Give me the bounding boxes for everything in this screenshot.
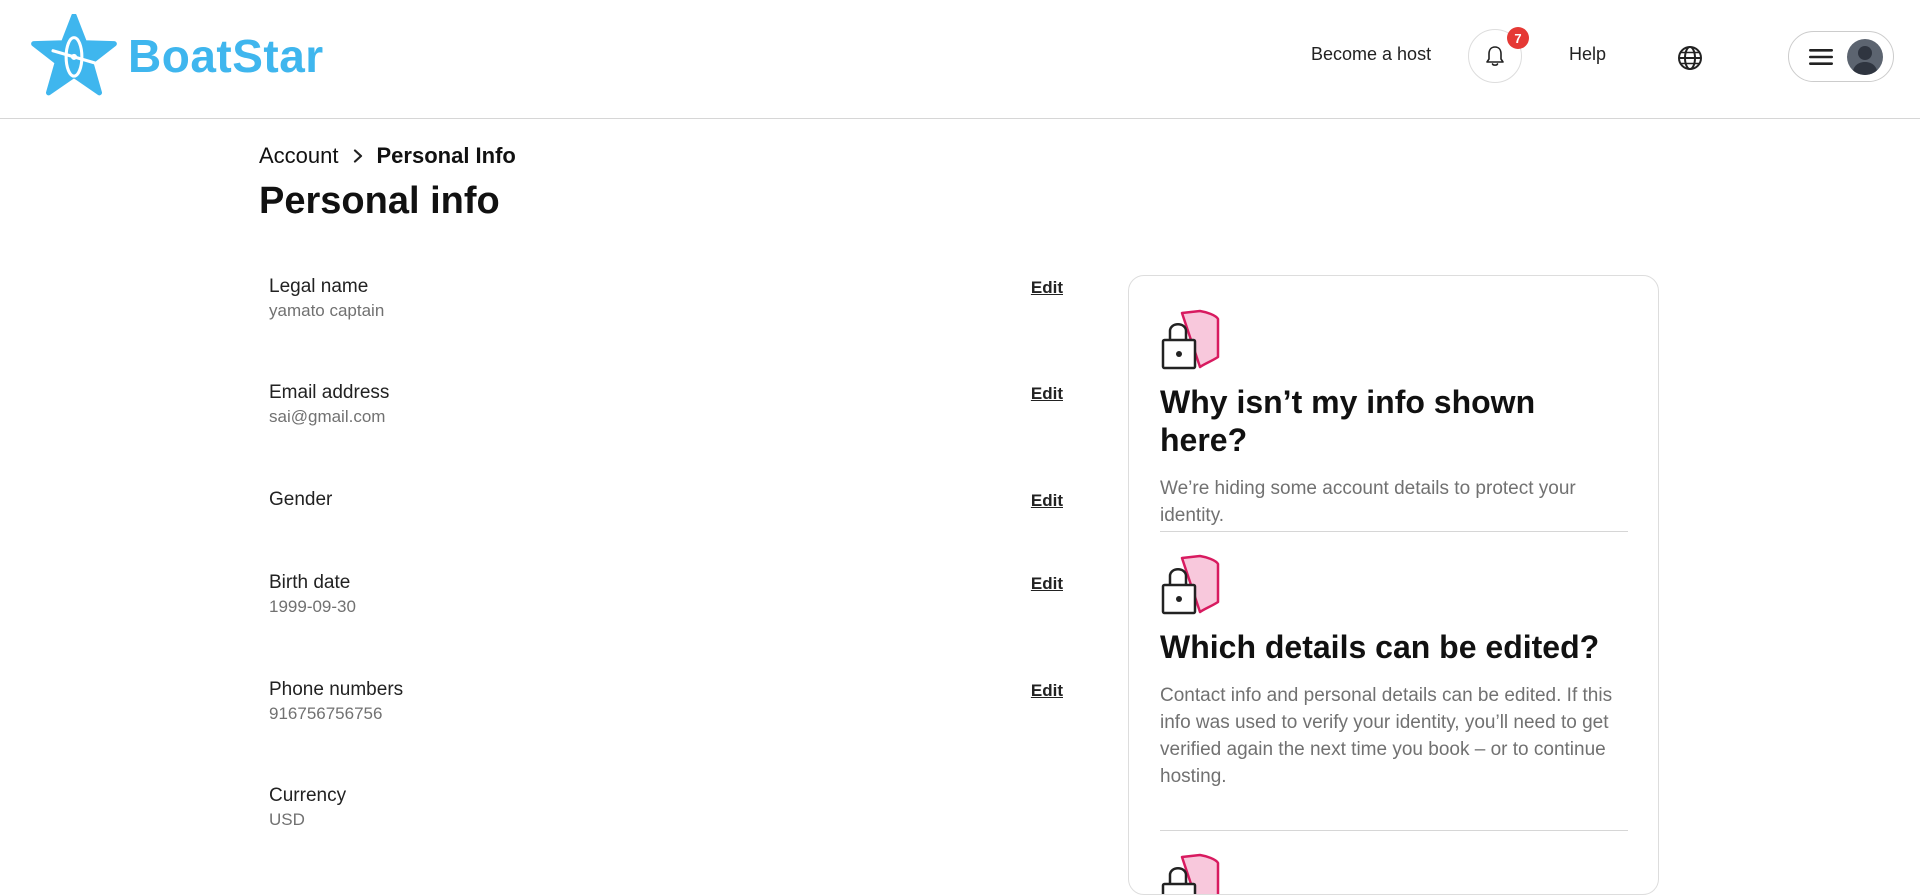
card-divider	[1160, 531, 1628, 532]
edit-phone-button[interactable]: Edit	[1031, 681, 1063, 701]
info-value: yamato captain	[269, 301, 385, 320]
info-label: Phone numbers	[269, 679, 404, 700]
help-link[interactable]: Help	[1569, 44, 1606, 65]
breadcrumb: Account Personal Info	[259, 143, 516, 169]
become-host-link[interactable]: Become a host	[1311, 44, 1431, 65]
chevron-right-icon	[353, 149, 363, 163]
card-section-why-hidden: Why isn’t my info shown here? We’re hidi…	[1160, 309, 1628, 529]
info-row-legal-name: Legal name yamato captain Edit	[269, 276, 1063, 321]
hamburger-icon	[1809, 48, 1833, 65]
info-label: Gender	[269, 489, 333, 510]
lock-shield-icon	[1161, 554, 1220, 615]
card-section-editable-details: Which details can be edited? Contact inf…	[1160, 554, 1628, 790]
info-help-card: Why isn’t my info shown here? We’re hidi…	[1128, 275, 1659, 895]
globe-icon	[1678, 46, 1702, 70]
info-value: sai@gmail.com	[269, 407, 386, 426]
user-silhouette-icon	[1852, 45, 1878, 75]
brand-logo[interactable]: BoatStar	[30, 14, 324, 98]
notification-count-badge: 7	[1507, 27, 1529, 49]
card-divider	[1160, 830, 1628, 831]
card-section-third	[1160, 853, 1628, 894]
info-row-phone: Phone numbers 916756756756 Edit	[269, 679, 1063, 724]
lock-shield-icon	[1161, 309, 1220, 370]
lock-shield-icon	[1161, 853, 1220, 894]
boatstar-logo-icon	[31, 14, 117, 96]
info-row-gender: Gender Edit	[269, 489, 1063, 514]
notifications-button[interactable]: 7	[1468, 27, 1529, 83]
language-button[interactable]	[1674, 42, 1706, 74]
info-value: 1999-09-30	[269, 597, 356, 616]
info-row-currency: Currency USD	[269, 785, 1063, 830]
top-header: BoatStar Become a host 7 Help	[0, 0, 1920, 119]
edit-email-button[interactable]: Edit	[1031, 384, 1063, 404]
info-value: 916756756756	[269, 704, 383, 723]
card-text: We’re hiding some account details to pro…	[1160, 478, 1576, 526]
edit-legal-name-button[interactable]: Edit	[1031, 278, 1063, 298]
info-label: Email address	[269, 382, 390, 403]
card-text: Contact info and personal details can be…	[1160, 685, 1613, 787]
info-label: Legal name	[269, 276, 369, 297]
breadcrumb-account-link[interactable]: Account	[259, 143, 339, 169]
bell-icon	[1486, 46, 1504, 66]
brand-name: BoatStar	[128, 30, 324, 82]
breadcrumb-current: Personal Info	[376, 143, 516, 168]
card-heading: Why isn’t my info shown here?	[1160, 384, 1536, 458]
edit-gender-button[interactable]: Edit	[1031, 491, 1063, 511]
user-avatar	[1847, 38, 1883, 75]
info-row-birth-date: Birth date 1999-09-30 Edit	[269, 572, 1063, 617]
info-label: Currency	[269, 785, 347, 806]
info-label: Birth date	[269, 572, 351, 593]
profile-menu-button[interactable]	[1788, 31, 1894, 82]
edit-birth-date-button[interactable]: Edit	[1031, 574, 1063, 594]
page-title: Personal info	[259, 180, 500, 222]
card-heading: Which details can be edited?	[1160, 629, 1600, 665]
info-value: USD	[269, 810, 305, 829]
info-row-email: Email address sai@gmail.com Edit	[269, 382, 1063, 427]
